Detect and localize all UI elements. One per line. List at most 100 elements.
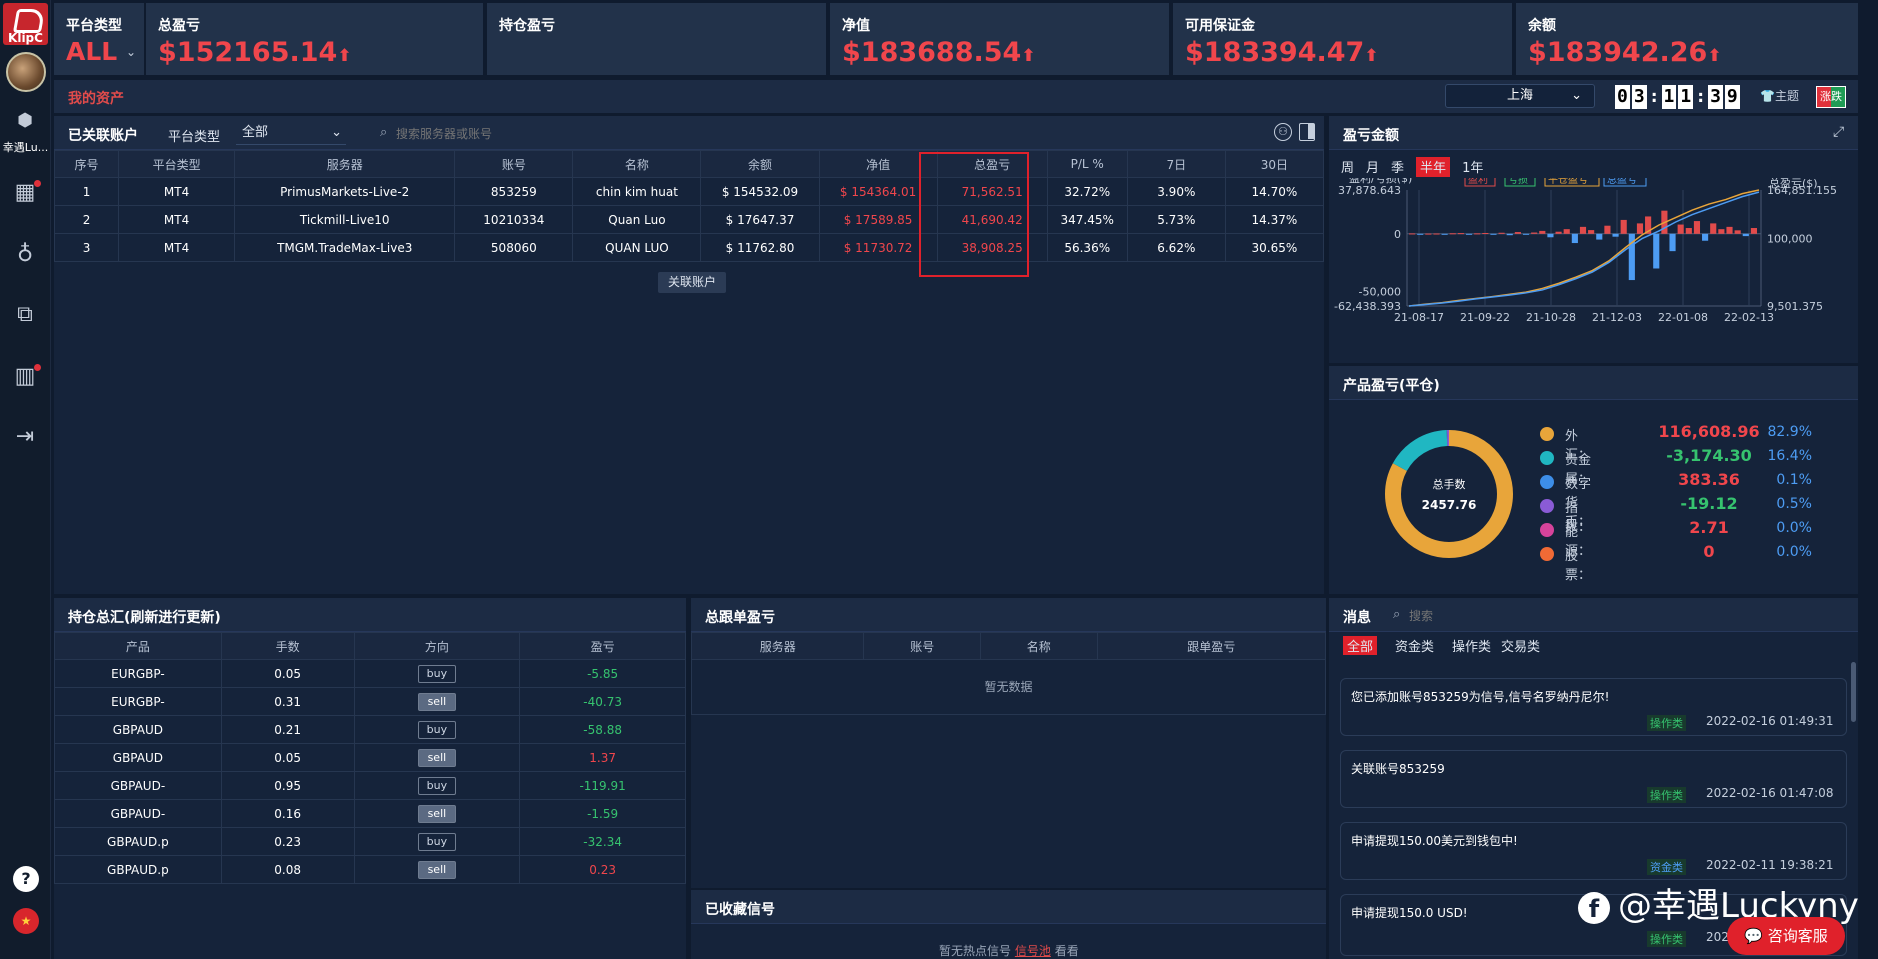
- message-text: 关联账号853259: [1351, 762, 1445, 776]
- avatar[interactable]: [6, 52, 46, 92]
- notification-dot: [34, 364, 41, 371]
- up-arrow-icon: ⬆: [1021, 46, 1036, 66]
- platform-filter-value: 全部: [242, 125, 269, 140]
- table-cell: buy: [353, 659, 521, 688]
- chart-icon[interactable]: ⧉: [10, 300, 40, 330]
- user-circle-icon[interactable]: ⚇: [1274, 123, 1292, 141]
- message-text: 申请提现150.0 USD!: [1351, 906, 1468, 920]
- platform-type-card[interactable]: 平台类型 ALL ⌄: [54, 3, 144, 75]
- col-header: P/L %: [1046, 150, 1128, 178]
- table-row[interactable]: 3 MT4 TMGM.TradeMax-Live3 508060 QUAN LUO $ 1…: [53, 233, 1325, 262]
- shield-icon[interactable]: ⬢: [10, 106, 40, 136]
- messages-head: 消息 ⌕: [1329, 598, 1858, 632]
- table-cell: 347.45%: [1046, 205, 1128, 234]
- period-tab[interactable]: 周: [1341, 157, 1354, 177]
- table-cell: sell: [353, 855, 521, 884]
- table-row[interactable]: GBPAUD 0.21 buy -58.88: [54, 715, 686, 744]
- award-icon[interactable]: ♁: [10, 240, 40, 270]
- period-tab[interactable]: 半年: [1416, 157, 1451, 177]
- table-row[interactable]: GBPAUD.p 0.08 sell 0.23: [54, 855, 686, 884]
- legend-label: 盈利: [1468, 178, 1488, 186]
- account-search-input[interactable]: [396, 123, 656, 145]
- message-tab[interactable]: 交易类: [1501, 636, 1540, 655]
- pl-bar: [1604, 225, 1611, 234]
- timezone-select[interactable]: 上海 ⌄: [1445, 84, 1595, 108]
- table-cell: 32.72%: [1046, 177, 1128, 206]
- pl-bar: [1612, 233, 1619, 237]
- message-time: 2022-02-16 01:47:08: [1706, 786, 1834, 800]
- table-row[interactable]: GBPAUD.p 0.23 buy -32.34: [54, 827, 686, 856]
- legend-percent: 0.5%: [1776, 496, 1812, 512]
- up-arrow-icon: ⬆: [1364, 46, 1379, 66]
- series-line: [1408, 191, 1760, 307]
- right-tick-label: 164,851.155: [1767, 184, 1837, 197]
- platform-type-value: ALL: [66, 37, 118, 66]
- user-name: 幸遇Lu...: [2, 141, 49, 154]
- left-tick-label: -62,438.393: [1334, 300, 1401, 313]
- x-tick-label: 22-01-08: [1658, 311, 1708, 324]
- klipc-logo[interactable]: KlipC: [3, 3, 48, 45]
- table-cell: MT4: [118, 233, 236, 262]
- pl-bar: [1579, 226, 1587, 234]
- message-tab[interactable]: 全部: [1343, 636, 1378, 655]
- pl-bar: [1441, 233, 1448, 235]
- legend-label: 亏损: [1508, 178, 1528, 186]
- col-header: 余额: [700, 150, 820, 178]
- buy-badge: buy: [417, 720, 456, 739]
- legend-dot: [1540, 451, 1554, 465]
- table-cell: Tickmill-Live10: [234, 205, 456, 234]
- pl-bar: [1417, 233, 1424, 235]
- donut-value: 2457.76: [1421, 498, 1477, 512]
- table-row[interactable]: GBPAUD- 0.16 sell -1.59: [54, 799, 686, 828]
- period-tab[interactable]: 1年: [1462, 157, 1483, 177]
- expand-icon[interactable]: ⤢: [1833, 124, 1844, 140]
- table-row[interactable]: EURGBP- 0.31 sell -40.73: [54, 687, 686, 716]
- accounts-header-row: 序号 平台类型 服务器 账号 名称 余额 净值 总盈亏 P/L % 7日 30日: [53, 150, 1325, 178]
- pl-bar: [1514, 232, 1521, 234]
- message-card[interactable]: 您已添加账号853259为信号,信号名罗纳丹尼尔! 操作类 2022-02-16 0…: [1340, 678, 1847, 736]
- period-tab[interactable]: 季: [1391, 157, 1404, 177]
- pl-bar: [1457, 233, 1464, 235]
- rise-fall-toggle[interactable]: 涨跌: [1816, 86, 1846, 108]
- total-pl-label: 总盈亏: [158, 18, 200, 34]
- clock-digit: 9: [1724, 85, 1740, 109]
- message-tab[interactable]: 操作类: [1444, 636, 1491, 655]
- link-account-button[interactable]: 关联账户: [658, 272, 726, 293]
- col-header: 跟单盈亏: [1096, 632, 1327, 660]
- scrollbar[interactable]: [1851, 662, 1856, 722]
- table-cell: GBPAUD: [54, 743, 222, 772]
- theme-toggle[interactable]: 👕主题: [1760, 87, 1799, 104]
- table-row[interactable]: 1 MT4 PrimusMarkets-Live-2 853259 chin kim h…: [53, 177, 1325, 206]
- message-card[interactable]: 申请提现150.00美元到钱包中! 资金类 2022-02-11 19:38:21: [1340, 822, 1847, 880]
- buy-badge: buy: [417, 664, 456, 683]
- logout-icon[interactable]: ⇥: [10, 422, 40, 452]
- clock-digit: 1: [1661, 85, 1677, 109]
- clock-digit: 3: [1708, 85, 1723, 109]
- help-icon[interactable]: ?: [13, 866, 39, 892]
- table-row[interactable]: 2 MT4 Tickmill-Live10 10210334 Quan Luo $ 176…: [53, 205, 1325, 234]
- message-search-input[interactable]: [1409, 605, 1609, 627]
- message-tabs: 全部 资金类 操作类 交易类: [1343, 636, 1540, 655]
- message-card[interactable]: 关联账号853259 操作类 2022-02-16 01:47:08: [1340, 750, 1847, 808]
- consult-button[interactable]: 💬 咨询客服: [1727, 917, 1845, 955]
- table-cell: sell: [353, 799, 521, 828]
- table-cell: PrimusMarkets-Live-2: [234, 177, 456, 206]
- table-cell: 0.23: [220, 827, 355, 856]
- table-row[interactable]: GBPAUD 0.05 sell 1.37: [54, 743, 686, 772]
- table-row[interactable]: EURGBP- 0.05 buy -5.85: [54, 659, 686, 688]
- theme-label: 主题: [1774, 89, 1799, 103]
- table-cell: MT4: [118, 205, 236, 234]
- table-cell: GBPAUD-: [54, 799, 222, 828]
- china-flag-icon[interactable]: ★: [13, 908, 39, 934]
- panel-toggle-icon[interactable]: [1299, 123, 1315, 141]
- signal-pool-link[interactable]: 信号池: [1015, 944, 1051, 958]
- chevron-down-icon: ⌄: [126, 45, 137, 59]
- platform-filter-select[interactable]: 全部 ⌄: [236, 121, 346, 145]
- messages-title: 消息: [1343, 610, 1371, 626]
- period-tab[interactable]: 月: [1366, 157, 1379, 177]
- message-tab[interactable]: 资金类: [1387, 636, 1434, 655]
- table-cell: 0.95: [220, 771, 355, 800]
- table-row[interactable]: GBPAUD- 0.95 buy -119.91: [54, 771, 686, 800]
- pl-bar: [1636, 223, 1644, 234]
- balance-label: 余额: [1528, 18, 1556, 34]
